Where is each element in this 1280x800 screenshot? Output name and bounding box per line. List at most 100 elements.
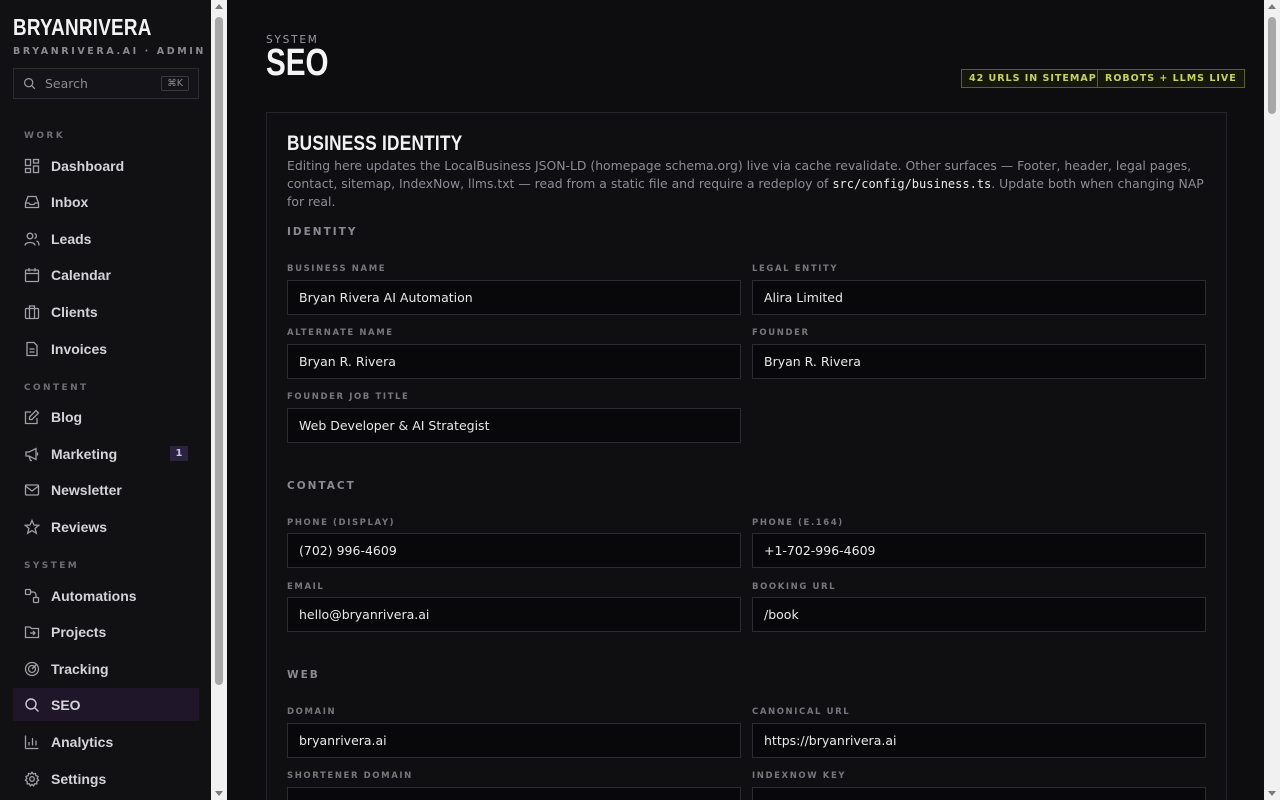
- email-field[interactable]: [287, 597, 741, 632]
- phone-e164-field[interactable]: [752, 533, 1206, 568]
- founder-job-title-label: FOUNDER JOB TITLE: [287, 392, 410, 402]
- phone-display-field[interactable]: [287, 533, 741, 568]
- sidebar-item-marketing[interactable]: Marketing 1: [13, 437, 199, 470]
- users-icon: [24, 232, 40, 246]
- sidebar-item-label: Marketing: [51, 445, 118, 462]
- brand-logo[interactable]: BRYANRIVERA: [13, 14, 152, 41]
- sidebar-item-seo[interactable]: SEO: [13, 688, 199, 721]
- folder-icon: [24, 625, 40, 638]
- sidebar-item-clients[interactable]: Clients: [13, 295, 199, 328]
- group-title-identity: IDENTITY: [287, 226, 358, 238]
- edit-icon: [24, 409, 40, 424]
- canonical-url-field[interactable]: [752, 723, 1206, 758]
- sidebar-item-label: Newsletter: [51, 481, 122, 498]
- domain-label: DOMAIN: [287, 707, 337, 717]
- sidebar-scrollbar[interactable]: [211, 0, 227, 800]
- business-identity-card: BUSINESS IDENTITY Editing here updates t…: [266, 112, 1227, 800]
- legal-entity-label: LEGAL ENTITY: [752, 264, 839, 274]
- robots-status-badge: ROBOTS + LLMS LIVE: [1097, 69, 1245, 88]
- radar-icon: [24, 661, 40, 676]
- mail-icon: [24, 483, 40, 496]
- scroll-up-arrow-icon[interactable]: [1268, 4, 1276, 9]
- shortener-domain-label: SHORTENER DOMAIN: [287, 771, 413, 781]
- sidebar-item-blog[interactable]: Blog: [13, 400, 199, 433]
- sidebar-item-label: Inbox: [51, 193, 89, 210]
- group-title-web: WEB: [287, 669, 320, 681]
- calendar-icon: [24, 267, 40, 282]
- alternate-name-field[interactable]: [287, 344, 741, 379]
- inbox-icon: [24, 195, 40, 208]
- workflow-icon: [24, 588, 40, 603]
- founder-label: FOUNDER: [752, 328, 810, 338]
- sidebar-item-label: SEO: [51, 696, 81, 713]
- sidebar-item-label: Clients: [51, 303, 98, 320]
- indexnow-key-field[interactable]: [752, 787, 1206, 800]
- star-icon: [24, 518, 40, 535]
- sidebar-item-tracking[interactable]: Tracking: [13, 652, 199, 685]
- sidebar-item-calendar[interactable]: Calendar: [13, 258, 199, 291]
- group-title-contact: CONTACT: [287, 480, 356, 492]
- search-input[interactable]: Search: [45, 76, 161, 91]
- card-description: Editing here updates the LocalBusiness J…: [287, 157, 1207, 211]
- scroll-down-arrow-icon[interactable]: [1268, 791, 1276, 796]
- section-label-work: WORK: [24, 131, 66, 141]
- sidebar-item-leads[interactable]: Leads: [13, 222, 199, 255]
- sitemap-status-badge: 42 URLS IN SITEMAP: [961, 69, 1105, 88]
- search-icon: [25, 697, 39, 712]
- sidebar-item-label: Automations: [51, 587, 137, 604]
- email-label: EMAIL: [287, 582, 325, 592]
- sidebar-item-settings[interactable]: Settings: [13, 762, 199, 795]
- main-scrollbar[interactable]: [1264, 0, 1280, 800]
- business-name-field[interactable]: [287, 280, 741, 315]
- notification-badge: 1: [170, 446, 188, 461]
- indexnow-key-label: INDEXNOW KEY: [752, 771, 847, 781]
- card-title: BUSINESS IDENTITY: [287, 132, 463, 155]
- booking-url-label: BOOKING URL: [752, 582, 837, 592]
- section-label-system: SYSTEM: [24, 561, 80, 571]
- sidebar-item-dashboard[interactable]: Dashboard: [13, 149, 199, 182]
- sidebar-scroll-thumb[interactable]: [215, 17, 223, 685]
- sidebar-item-reviews[interactable]: Reviews: [13, 510, 199, 543]
- sidebar-item-label: Reviews: [51, 518, 108, 535]
- legal-entity-field[interactable]: [752, 280, 1206, 315]
- sidebar-item-automations[interactable]: Automations: [13, 579, 199, 612]
- sidebar-item-invoices[interactable]: Invoices: [13, 332, 199, 365]
- document-icon: [26, 341, 38, 356]
- founder-field[interactable]: [752, 344, 1206, 379]
- canonical-url-label: CANONICAL URL: [752, 707, 851, 717]
- main-scroll-thumb[interactable]: [1268, 17, 1276, 114]
- section-label-content: CONTENT: [24, 383, 89, 393]
- search-icon: [24, 78, 36, 90]
- phone-display-label: PHONE (DISPLAY): [287, 518, 396, 528]
- brand-subtitle: BRYANRIVERA.AI · ADMIN: [13, 46, 206, 57]
- scroll-up-arrow-icon[interactable]: [215, 4, 223, 9]
- sidebar-item-analytics[interactable]: Analytics: [13, 725, 199, 758]
- dashboard-icon: [24, 158, 40, 173]
- sidebar-item-label: Calendar: [51, 266, 111, 283]
- config-path: src/config/business.ts: [832, 177, 992, 191]
- sidebar-item-projects[interactable]: Projects: [13, 615, 199, 648]
- alternate-name-label: ALTERNATE NAME: [287, 328, 394, 338]
- sidebar-item-label: Analytics: [51, 733, 114, 750]
- sidebar-item-label: Settings: [51, 770, 107, 787]
- gear-icon: [24, 770, 40, 787]
- sidebar-item-newsletter[interactable]: Newsletter: [13, 473, 199, 506]
- sidebar-item-label: Invoices: [51, 340, 108, 357]
- sidebar-item-label: Leads: [51, 230, 92, 247]
- sidebar-item-label: Blog: [51, 408, 83, 425]
- search-box[interactable]: Search ⌘K: [13, 68, 199, 99]
- scroll-down-arrow-icon[interactable]: [215, 791, 223, 796]
- phone-e164-label: PHONE (E.164): [752, 518, 844, 528]
- megaphone-icon: [25, 446, 39, 461]
- sidebar: BRYANRIVERA BRYANRIVERA.AI · ADMIN Searc…: [0, 0, 211, 800]
- domain-field[interactable]: [287, 723, 741, 758]
- founder-job-title-field[interactable]: [287, 408, 741, 443]
- page-title: SEO: [266, 42, 329, 84]
- sidebar-item-label: Projects: [51, 623, 107, 640]
- shortener-domain-field[interactable]: [287, 787, 741, 800]
- booking-url-field[interactable]: [752, 597, 1206, 632]
- sidebar-item-inbox[interactable]: Inbox: [13, 185, 199, 218]
- bar-chart-icon: [24, 735, 39, 749]
- briefcase-icon: [24, 304, 40, 319]
- main-content: SYSTEM SEO 42 URLS IN SITEMAP ROBOTS + L…: [227, 0, 1264, 800]
